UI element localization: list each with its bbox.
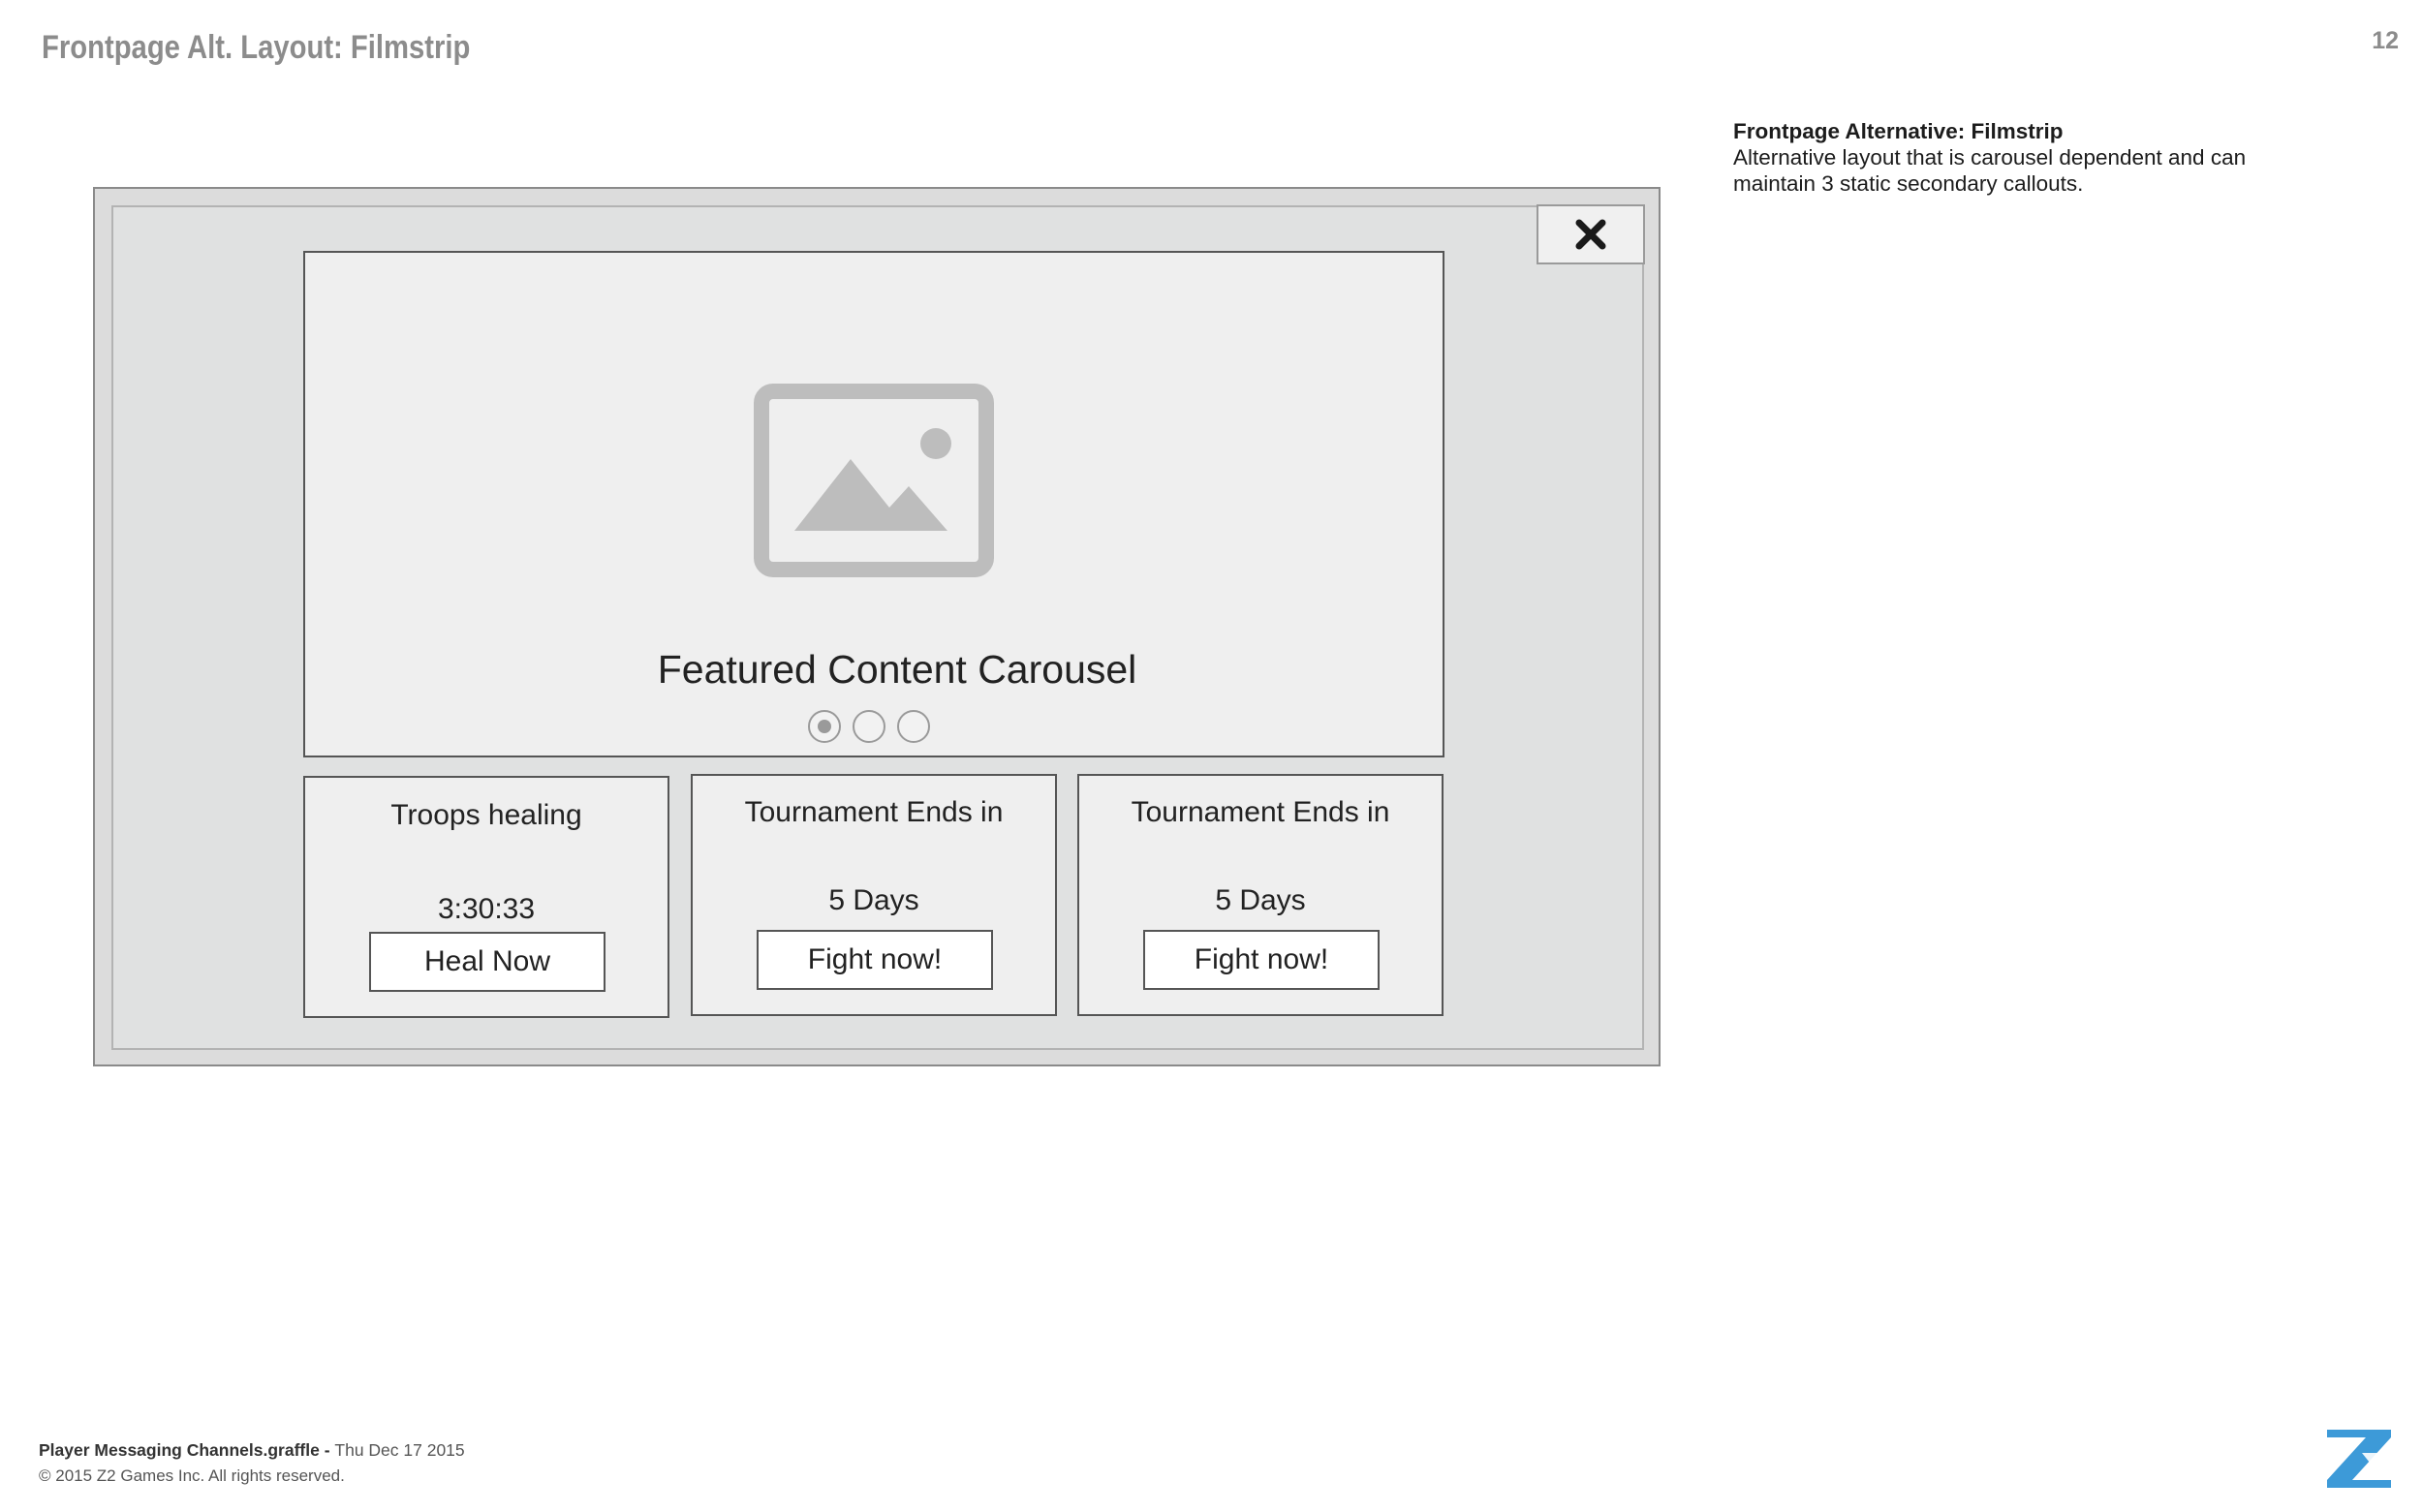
card-title: Troops healing [390, 799, 582, 831]
card-title: Tournament Ends in [744, 796, 1004, 828]
notes-body: Alternative layout that is carousel depe… [1733, 145, 2247, 196]
fight-now-button[interactable]: Fight now! [1143, 930, 1380, 990]
footer-filename: Player Messaging Channels.graffle [39, 1440, 320, 1460]
close-button[interactable] [1537, 204, 1645, 264]
carousel-dot-1[interactable] [808, 710, 841, 743]
carousel-pagination [808, 710, 930, 743]
annotation-notes: Frontpage Alternative: Filmstrip Alterna… [1733, 118, 2314, 197]
card-value: 5 Days [828, 884, 919, 916]
footer-copyright: © 2015 Z2 Games Inc. All rights reserved… [39, 1466, 345, 1485]
callout-card-troops-healing: Troops healing 3:30:33 Heal Now [303, 776, 669, 1018]
footer-date: Thu Dec 17 2015 [334, 1440, 465, 1460]
footer-separator: - [319, 1440, 335, 1460]
heal-now-button[interactable]: Heal Now [369, 932, 606, 992]
card-value: 5 Days [1215, 884, 1306, 916]
image-placeholder-icon [754, 384, 994, 577]
callout-card-tournament-2: Tournament Ends in 5 Days Fight now! [1077, 774, 1444, 1016]
fight-now-button[interactable]: Fight now! [757, 930, 993, 990]
footer-file-info: Player Messaging Channels.graffle - Thu … [39, 1440, 465, 1461]
card-title: Tournament Ends in [1131, 796, 1390, 828]
carousel-dot-3[interactable] [897, 710, 930, 743]
close-x-icon [1575, 219, 1606, 250]
callout-card-tournament-1: Tournament Ends in 5 Days Fight now! [691, 774, 1057, 1016]
carousel-label: Featured Content Carousel [657, 647, 1137, 692]
carousel-dot-2[interactable] [853, 710, 885, 743]
page-number: 12 [2372, 27, 2399, 54]
notes-title: Frontpage Alternative: Filmstrip [1733, 119, 2064, 143]
z2-logo-icon [2327, 1430, 2391, 1488]
card-value: 3:30:33 [437, 893, 536, 925]
page-title: Frontpage Alt. Layout: Filmstrip [42, 29, 471, 66]
